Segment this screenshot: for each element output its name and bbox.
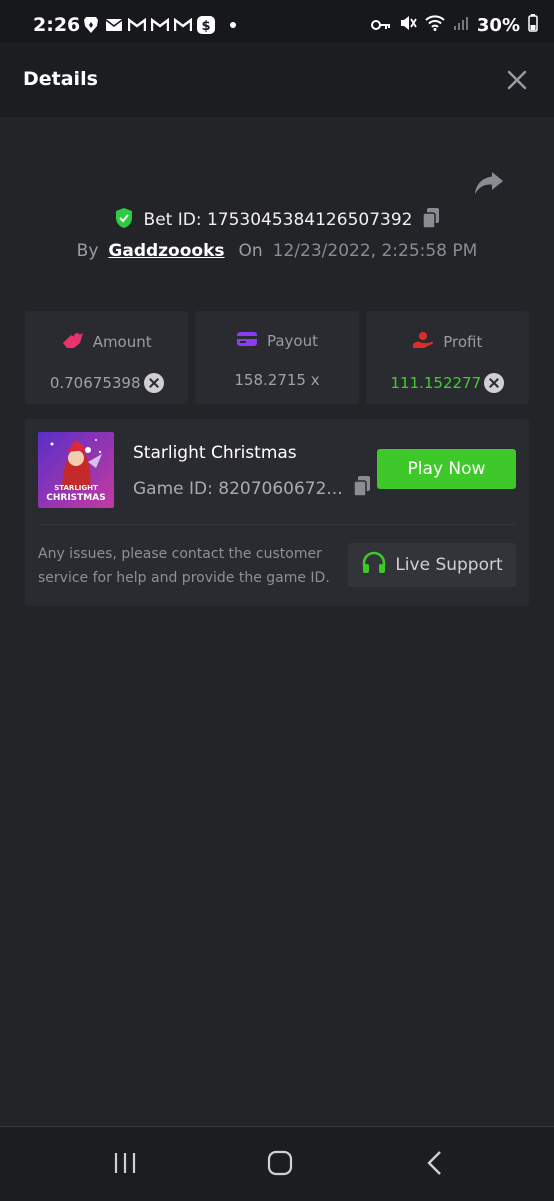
brave-icon — [82, 16, 100, 34]
copy-game-id-button[interactable] — [352, 475, 371, 502]
stat-value: 158.2715 x — [234, 371, 320, 389]
mail-icon — [105, 16, 123, 34]
mute-icon — [399, 14, 417, 36]
recent-apps-icon — [114, 1153, 136, 1173]
xrp-coin-icon — [484, 373, 505, 393]
signal-icon — [453, 15, 469, 35]
xrp-coin-icon — [143, 373, 164, 393]
bet-id: Bet ID: 1753045384126507392 — [143, 210, 413, 230]
game-id: Game ID: 8207060672... — [133, 478, 343, 499]
close-icon — [507, 70, 527, 90]
bet-datetime: 12/23/2022, 2:25:58 PM — [272, 241, 478, 261]
gmail-icon — [151, 16, 169, 34]
support-message: Any issues, please contact the customer … — [38, 546, 330, 586]
stat-value: 0.70675398 — [49, 374, 141, 392]
play-now-button[interactable]: Play Now — [377, 449, 516, 489]
status-time: 2:26 — [33, 14, 81, 36]
bet-stats: Amount 0.70675398 Payout 158.2715 x Prof… — [25, 311, 529, 404]
headset-icon — [361, 551, 387, 580]
stat-value: 111.152277 — [390, 374, 482, 392]
copy-icon — [422, 208, 440, 229]
game-id-row: Game ID: 8207060672... — [133, 475, 371, 502]
divider — [38, 524, 516, 525]
gmail-icon — [128, 16, 146, 34]
battery-percent: 30% — [476, 14, 520, 36]
svg-text:STARLIGHT: STARLIGHT — [54, 484, 98, 492]
wifi-icon — [425, 15, 445, 35]
game-card: STARLIGHT CHRISTMAS Starlight Christmas … — [25, 419, 529, 606]
stat-label: Amount — [92, 333, 152, 351]
battery-icon — [528, 14, 538, 36]
amount-icon — [62, 331, 84, 353]
stat-amount: Amount 0.70675398 — [25, 311, 189, 404]
back-icon — [427, 1151, 441, 1175]
verified-shield-icon — [114, 207, 134, 233]
on-label: On — [238, 241, 263, 261]
copy-icon — [352, 476, 370, 497]
key-icon — [370, 16, 391, 35]
share-icon — [475, 172, 503, 194]
back-button[interactable] — [424, 1149, 446, 1181]
notification-icons: $ — [82, 16, 236, 34]
live-support-button[interactable]: Live Support — [348, 543, 516, 587]
system-icons: 30% — [370, 14, 538, 36]
bet-id-row: Bet ID: 1753045384126507392 — [0, 207, 554, 233]
details-header: Details — [0, 42, 554, 117]
game-thumbnail[interactable]: STARLIGHT CHRISTMAS — [38, 432, 114, 508]
payout-icon — [236, 331, 258, 351]
username-link[interactable]: Gaddzoooks — [108, 241, 224, 261]
gmail-icon — [174, 16, 192, 34]
by-label: By — [76, 241, 99, 261]
svg-text:CHRISTMAS: CHRISTMAS — [46, 493, 105, 503]
bet-meta-row: By Gaddzoooks On 12/23/2022, 2:25:58 PM — [0, 241, 554, 261]
stat-payout: Payout 158.2715 x — [195, 311, 359, 404]
home-icon — [267, 1150, 293, 1176]
copy-bet-id-button[interactable] — [422, 207, 440, 233]
more-notifications-dot — [230, 22, 236, 28]
close-button[interactable] — [506, 69, 528, 91]
share-button[interactable] — [474, 170, 504, 196]
profit-icon — [412, 331, 434, 353]
stat-profit: Profit 111.152277 — [365, 311, 529, 404]
home-button[interactable] — [266, 1149, 294, 1181]
recent-apps-button[interactable] — [112, 1149, 138, 1181]
stat-label: Payout — [266, 332, 318, 350]
page-title: Details — [23, 68, 98, 90]
game-name: Starlight Christmas — [133, 443, 297, 463]
live-support-label: Live Support — [395, 555, 503, 575]
cash-app-icon: $ — [197, 16, 215, 34]
system-nav-bar — [0, 1126, 554, 1201]
stat-label: Profit — [443, 333, 483, 351]
svg-text:$: $ — [201, 19, 210, 34]
